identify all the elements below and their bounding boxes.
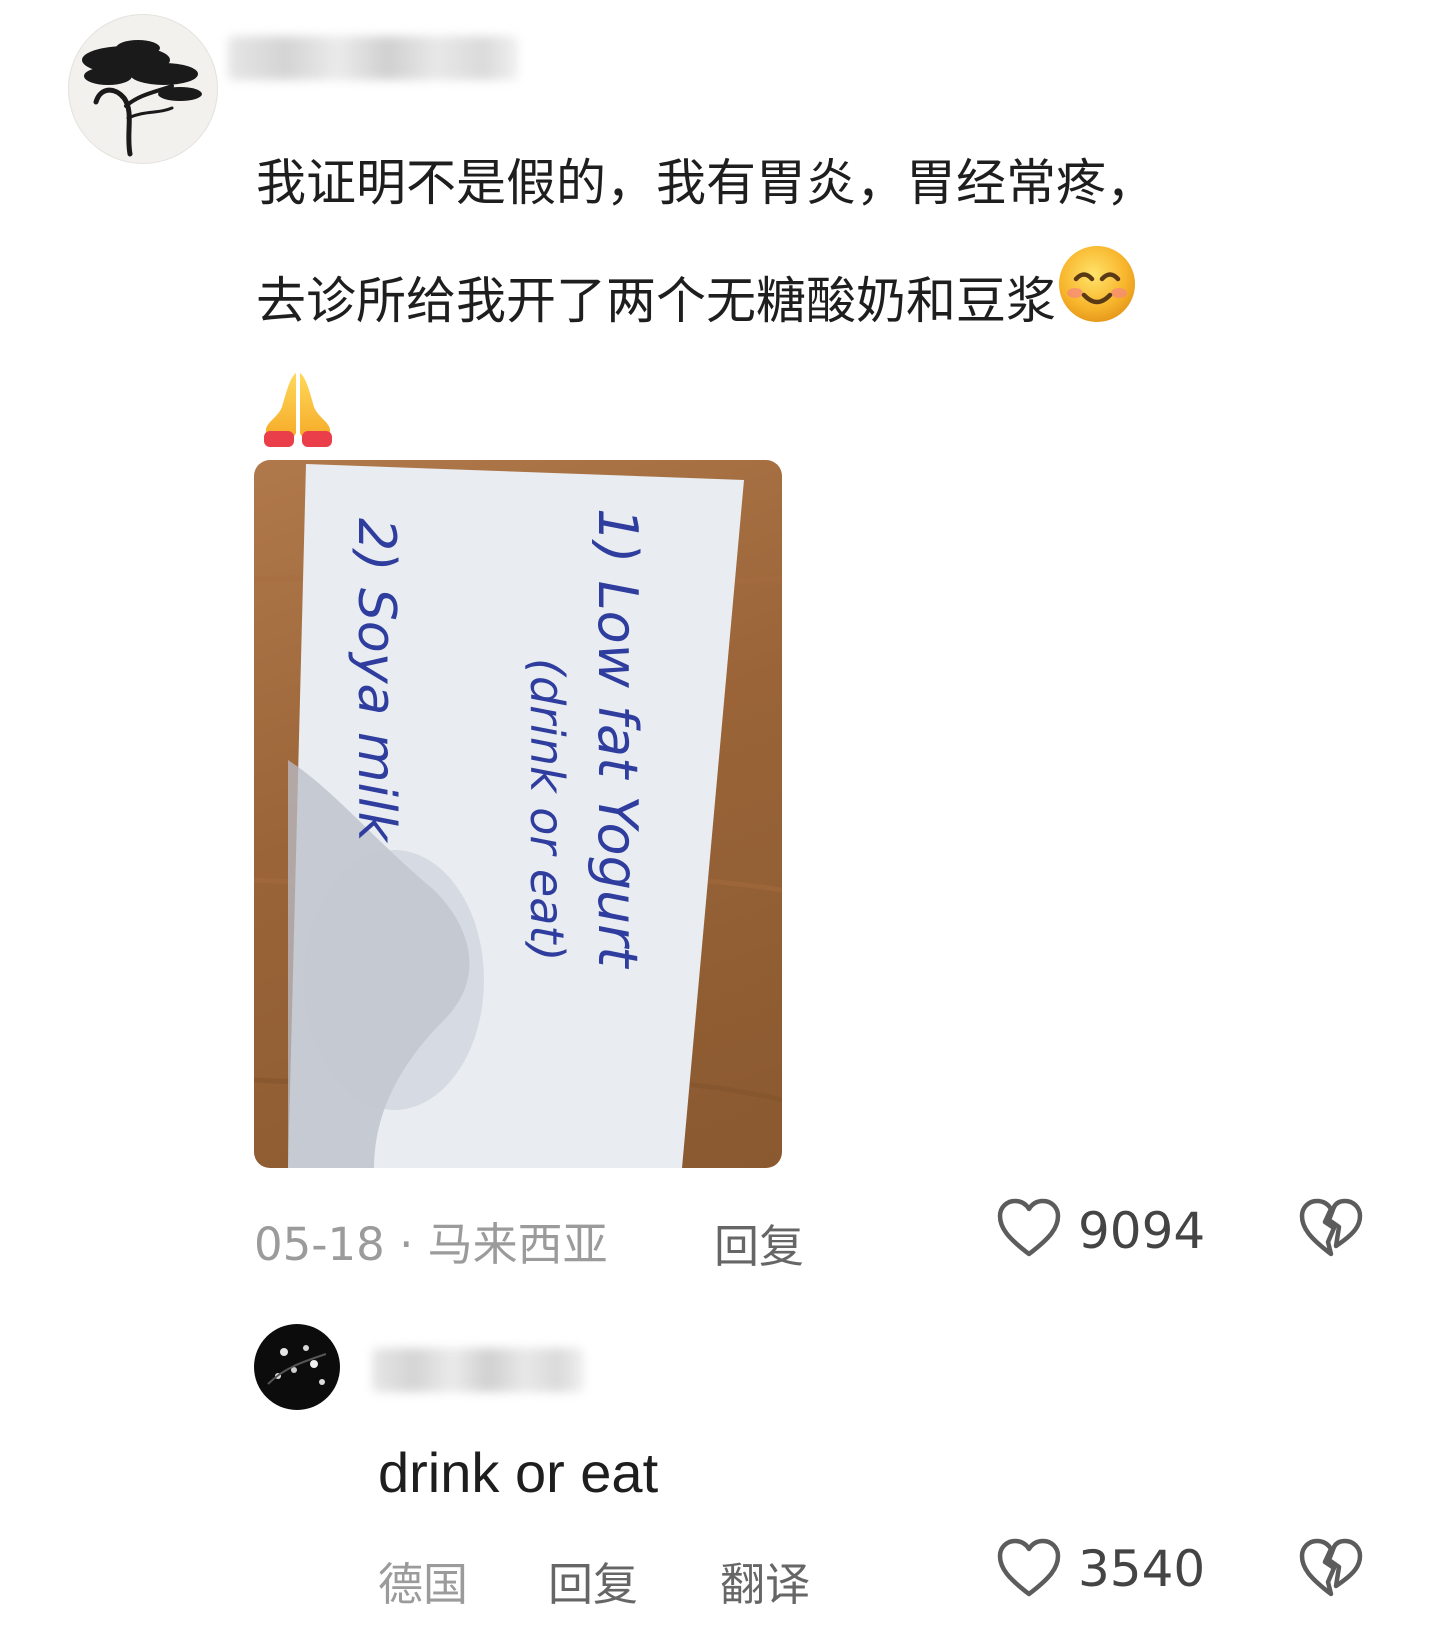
flower-avatar-image bbox=[267, 1345, 327, 1385]
comment-body: 我证明不是假的，我有胃炎，胃经常疼， 去诊所给我开了两个无糖酸奶和豆浆 bbox=[256, 124, 1376, 493]
note-line-1: 1) Low fat Yogurt bbox=[586, 508, 649, 969]
comment-thread: 我证明不是假的，我有胃炎，胃经常疼， 去诊所给我开了两个无糖酸奶和豆浆 1) L… bbox=[0, 0, 1440, 1631]
comment-location: 德国 bbox=[378, 1558, 469, 1611]
comment-date-location: 05-18 · 马来西亚 bbox=[254, 1218, 608, 1271]
pine-tree-avatar-image bbox=[82, 40, 202, 157]
broken-heart-icon[interactable] bbox=[1298, 1538, 1364, 1602]
heart-outline-icon[interactable] bbox=[996, 1538, 1062, 1602]
heart-outline-icon[interactable] bbox=[996, 1198, 1062, 1262]
reply-button[interactable]: 回复 bbox=[714, 1210, 804, 1275]
comment-body: drink or eat bbox=[378, 1441, 659, 1504]
handwritten-note-image: 1) Low fat Yogurt (drink or eat) 2) Soya… bbox=[254, 464, 782, 1168]
blurred-username[interactable] bbox=[372, 1348, 584, 1392]
note-line-3: 2) Soya milk bbox=[346, 518, 406, 843]
smiling-face-emoji bbox=[1056, 243, 1138, 367]
broken-heart-icon[interactable] bbox=[1298, 1198, 1364, 1262]
like-count: 9094 bbox=[1078, 1202, 1206, 1260]
comment-line: 我证明不是假的，我有胃炎，胃经常疼， bbox=[256, 154, 1156, 212]
like-count: 3540 bbox=[1078, 1540, 1206, 1598]
reply-button[interactable]: 回复 bbox=[548, 1548, 638, 1613]
translate-button[interactable]: 翻译 bbox=[720, 1548, 810, 1613]
attached-photo[interactable]: 1) Low fat Yogurt (drink or eat) 2) Soya… bbox=[254, 460, 782, 1168]
comment-line: 去诊所给我开了两个无糖酸奶和豆浆 bbox=[256, 242, 1376, 367]
blurred-username[interactable] bbox=[228, 36, 518, 80]
avatar[interactable] bbox=[68, 14, 218, 164]
avatar[interactable] bbox=[254, 1324, 340, 1410]
note-line-2: (drink or eat) bbox=[520, 658, 574, 961]
